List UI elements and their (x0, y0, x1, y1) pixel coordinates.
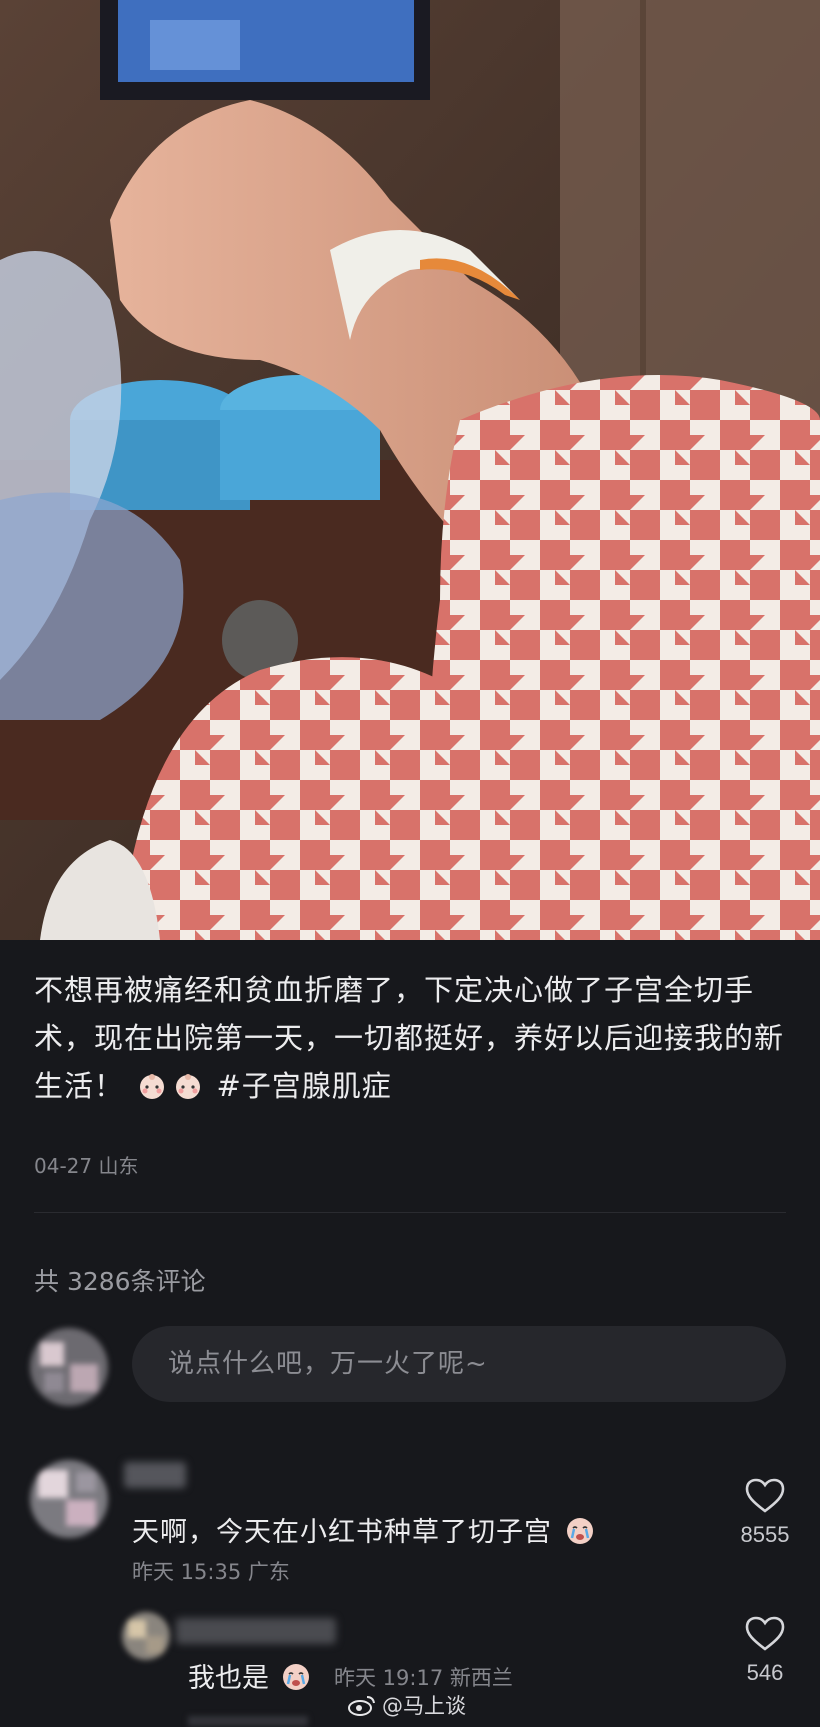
post-date-location: 04-27 山东 (34, 1154, 139, 1178)
comment-meta: 昨天 15:35 广东 (132, 1560, 290, 1584)
crying-face-icon (565, 1516, 595, 1546)
like-button[interactable]: 546 (730, 1616, 800, 1686)
reply-text-body: 我也是 (188, 1663, 269, 1694)
watermark: @马上谈 (348, 1690, 466, 1720)
like-count: 546 (746, 1660, 784, 1685)
comment-text: 天啊，今天在小红书种草了切子宫 (132, 1510, 598, 1549)
post-image (0, 0, 820, 940)
weibo-logo-icon (348, 1696, 375, 1716)
comment-text-body: 天啊，今天在小红书种草了切子宫 (132, 1517, 552, 1548)
commenter-name-blurred[interactable] (124, 1462, 186, 1488)
reply-name-blurred[interactable] (176, 1618, 336, 1644)
comment-input[interactable] (132, 1326, 786, 1402)
reply-meta: 昨天 19:17 新西兰 (334, 1666, 513, 1690)
reply-text: 我也是 (188, 1656, 314, 1695)
post-content: 不想再被痛经和贫血折磨了，下定决心做了子宫全切手术，现在出院第一天，一切都挺好，… (34, 966, 786, 1110)
post-photo[interactable] (0, 0, 820, 940)
hashtag-link[interactable]: #子宫腺肌症 (216, 1069, 391, 1103)
heart-icon (745, 1478, 785, 1513)
like-count: 8555 (740, 1522, 790, 1547)
like-button[interactable]: 8555 (730, 1478, 800, 1548)
baby-face-emoji-icon (173, 1067, 203, 1099)
comment-input-box[interactable] (132, 1326, 786, 1402)
reply-avatar[interactable] (122, 1612, 170, 1660)
baby-face-emoji-icon (137, 1067, 167, 1099)
user-avatar[interactable] (30, 1328, 108, 1406)
crying-face-icon (281, 1662, 311, 1692)
commenter-avatar[interactable] (30, 1460, 108, 1538)
heart-icon (745, 1616, 785, 1651)
comment-count: 共 3286条评论 (34, 1267, 206, 1296)
watermark-text: @马上谈 (382, 1694, 466, 1718)
divider (34, 1212, 786, 1213)
next-comment-partial (188, 1716, 308, 1726)
